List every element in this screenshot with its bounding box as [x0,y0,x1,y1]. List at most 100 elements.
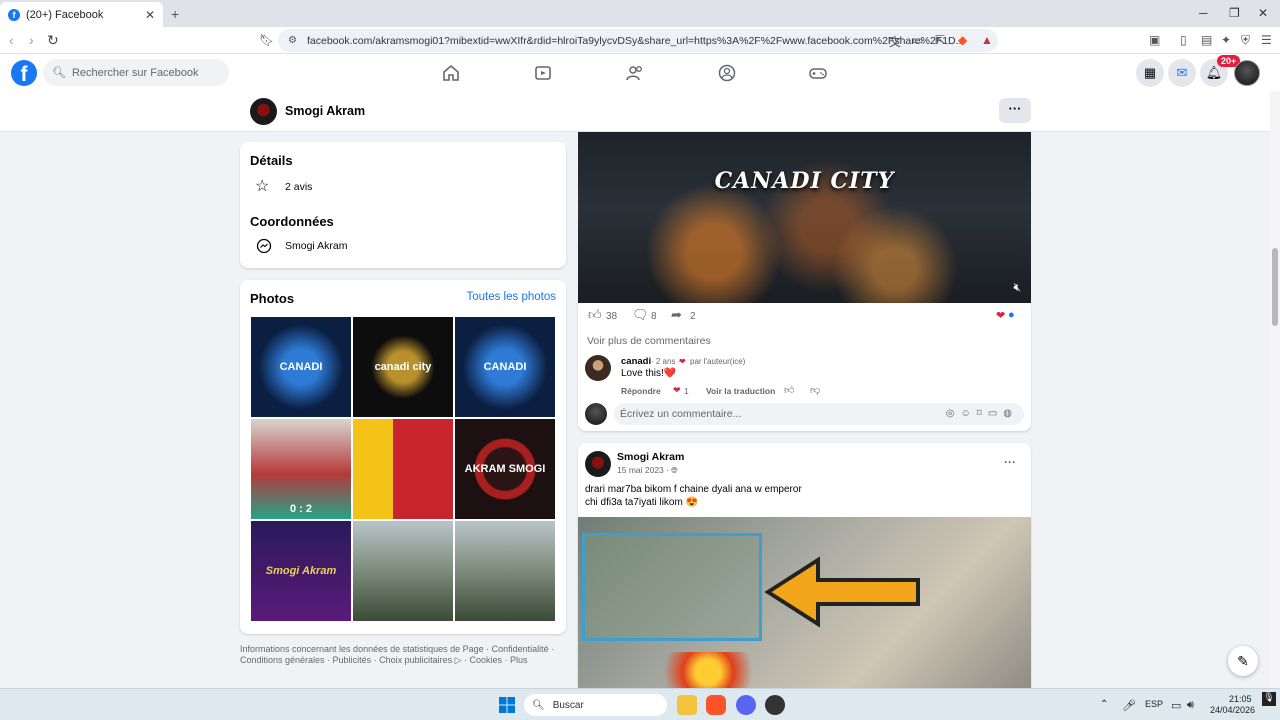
gaming-icon[interactable] [808,63,828,83]
post-more-button[interactable]: ··· [1004,455,1016,469]
page-name[interactable]: Smogi Akram [285,104,365,118]
share-icon[interactable]: ➦ [671,307,682,323]
home-icon[interactable] [441,63,461,83]
browser-tab[interactable]: f (20+) Facebook ✕ [0,2,163,27]
photo-thumbnail[interactable]: CANADI [455,317,555,417]
page-avatar[interactable] [250,98,277,125]
photo-thumbnail[interactable]: AKRAM SMOGI [455,419,555,519]
reply-button[interactable]: Répondre [621,386,661,396]
see-more-comments-link[interactable]: Voir plus de commentaires [587,335,711,347]
scrollbar-thumb[interactable] [1272,248,1278,326]
facebook-search-input[interactable]: 🔍︎ Rechercher sur Facebook [43,59,229,86]
page-scrollbar[interactable] [1270,91,1280,688]
brave-browser-icon[interactable] [706,695,726,715]
reviews-link[interactable]: 2 avis [285,181,312,193]
restore-icon[interactable]: ❐ [1229,6,1240,20]
volume-icon[interactable]: 🔊︎ [1187,699,1194,712]
forward-icon[interactable]: › [29,32,34,48]
vpn-icon[interactable]: ⛨ [1241,33,1250,48]
friends-icon[interactable] [625,63,645,83]
footer-links-line2[interactable]: Conditions générales · Publicités · Choi… [240,655,528,666]
bookmark-icon[interactable]: 🔖︎ [259,33,274,47]
post-date[interactable]: 15 mai 2023 · [617,465,669,475]
see-translation-button[interactable]: Voir la traduction [706,386,775,396]
brave-shield-icon[interactable]: ◆ [958,33,967,47]
like-icon[interactable]: 👍︎ [588,307,602,323]
menu-icon[interactable]: ☰ [1261,33,1272,47]
post-card: Smogi Akram 15 mai 2023 · 🌐︎ ··· drari m… [578,443,1031,688]
post-video[interactable]: CANADI CITY 🔇︎ [578,132,1031,303]
photo-thumbnail[interactable] [455,521,555,621]
groups-icon[interactable] [717,63,737,83]
microphone-icon[interactable]: 🎤︎ [1122,699,1136,712]
menu-grid-icon[interactable]: ▦ [1136,59,1164,87]
minimize-icon[interactable]: ─ [1199,6,1208,20]
translate-icon[interactable]: 文 [889,33,901,50]
windows-taskbar: 🔍︎ Buscar ⌃ 🎤︎ ESP ▭ 🔊︎ 21:05 24/04/2026… [0,688,1280,720]
close-tab-icon[interactable]: ✕ [145,8,155,22]
file-explorer-icon[interactable] [677,695,697,715]
language-indicator[interactable]: ESP [1145,699,1163,709]
post-author-avatar[interactable] [585,451,611,477]
back-icon[interactable]: ‹ [9,32,14,48]
commenter-avatar[interactable] [585,355,611,381]
new-message-button[interactable]: ✎ [1228,646,1258,676]
mute-icon[interactable]: 🔇︎ [1013,280,1021,295]
video-icon[interactable] [533,63,553,83]
tab-title: (20+) Facebook [26,8,104,21]
write-comment-input[interactable]: Écrivez un commentaire... ◎☺⌑▭◍ [614,403,1024,425]
rewards-icon[interactable]: ▲ [981,33,993,47]
ai-assistant-icon[interactable]: ✦ [1221,33,1231,47]
sidebar-icon[interactable]: ▯ [1180,33,1187,47]
network-icon[interactable]: ▭ [1171,699,1181,712]
post-image[interactable] [578,517,1031,688]
clock-date[interactable]: 24/04/2026 [1210,705,1255,715]
site-info-icon[interactable]: ⚙ [288,35,297,46]
comment-reaction-count: 1 [684,386,689,396]
post-author[interactable]: Smogi Akram [617,451,684,463]
see-all-photos-link[interactable]: Toutes les photos [466,291,556,303]
new-tab-button[interactable]: + [171,6,179,22]
comment-like-icon[interactable]: 👍︎ [784,384,794,396]
close-window-icon[interactable]: ✕ [1258,6,1268,20]
photo-thumbnail[interactable] [353,419,453,519]
comment-meta: · 2 ans · [651,357,681,366]
tab-search-icon[interactable]: ▣ [1149,33,1160,47]
comment-author[interactable]: canadi [621,356,651,367]
show-hidden-icons[interactable]: ⌃ [1100,699,1108,710]
url-text: facebook.com/akramsmogi01?mibextid=wwXIf… [306,34,965,47]
browser-tabstrip: f (20+) Facebook ✕ + ─ ❐ ✕ [0,0,1280,27]
discord-icon[interactable] [736,695,756,715]
taskbar-search-input[interactable]: 🔍︎ Buscar [524,694,667,716]
photo-thumbnail[interactable]: CANADI [251,317,351,417]
wallet-icon[interactable]: ▤ [1201,33,1212,47]
comment-tools-icons[interactable]: ◎☺⌑▭◍ [946,403,1018,425]
search-placeholder: Rechercher sur Facebook [71,66,199,79]
arrow-graphic-icon [764,556,920,628]
reload-icon[interactable]: ↻ [47,32,59,49]
messenger-contact[interactable]: Smogi Akram [285,240,347,252]
facebook-logo-icon[interactable]: f [11,60,37,86]
photo-thumbnail[interactable]: 0 : 2 [251,419,351,519]
comment-icon[interactable]: 🗨︎ [632,307,649,323]
photo-thumbnail[interactable] [353,521,453,621]
windows-start-icon[interactable] [499,697,515,713]
search-icon: 🔍︎ [52,67,66,79]
like-reaction-icon: ● [1008,309,1015,321]
comment-dislike-icon[interactable]: 👎︎ [810,384,820,396]
page-header-bar: Smogi Akram ··· [0,91,1270,132]
love-reaction-icon: ❤ [996,310,1006,322]
app-icon[interactable] [765,695,785,715]
share-icon[interactable]: ⇱ [935,33,945,47]
comment-text: Love this!❤️ [621,368,677,379]
photo-thumbnail[interactable]: Smogi Akram [251,521,351,621]
account-avatar[interactable] [1234,60,1260,86]
clock-time[interactable]: 21:05 [1229,694,1252,704]
cast-icon[interactable]: ▭ [912,33,923,47]
footer-links-line1[interactable]: Informations concernant les données de s… [240,644,554,654]
messenger-icon[interactable]: ✉ [1168,59,1196,87]
browser-toolbar: ‹ › ↻ 🔖︎ ⚙ facebook.com/akramsmogi01?mib… [0,27,1280,54]
page-more-button[interactable]: ··· [999,98,1031,123]
search-icon: 🔍︎ [532,699,545,711]
photo-thumbnail[interactable]: canadi city [353,317,453,417]
